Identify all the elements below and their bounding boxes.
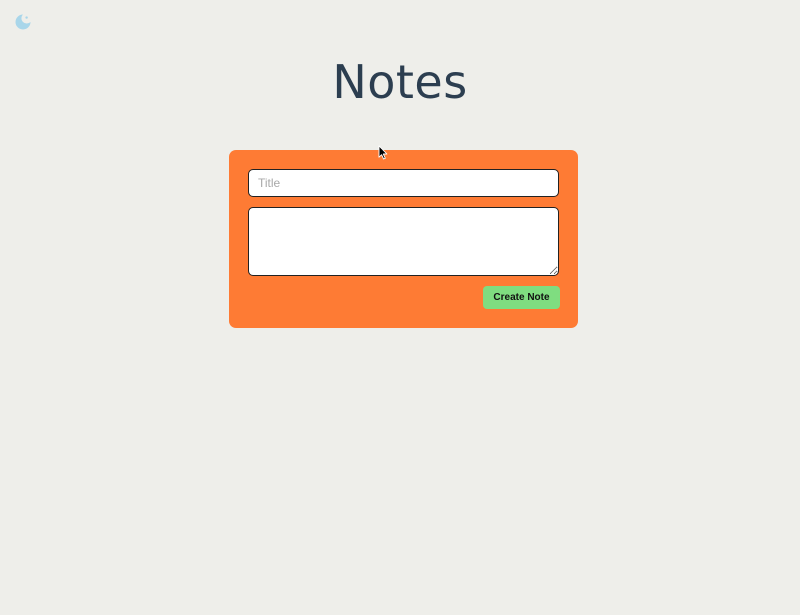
page-title: Notes	[332, 55, 468, 109]
theme-toggle-button[interactable]	[14, 13, 32, 31]
moon-icon	[15, 14, 31, 30]
title-input[interactable]	[248, 169, 559, 197]
note-body-textarea[interactable]	[248, 207, 559, 276]
create-note-button[interactable]: Create Note	[483, 286, 560, 309]
note-form: Create Note	[229, 150, 578, 328]
